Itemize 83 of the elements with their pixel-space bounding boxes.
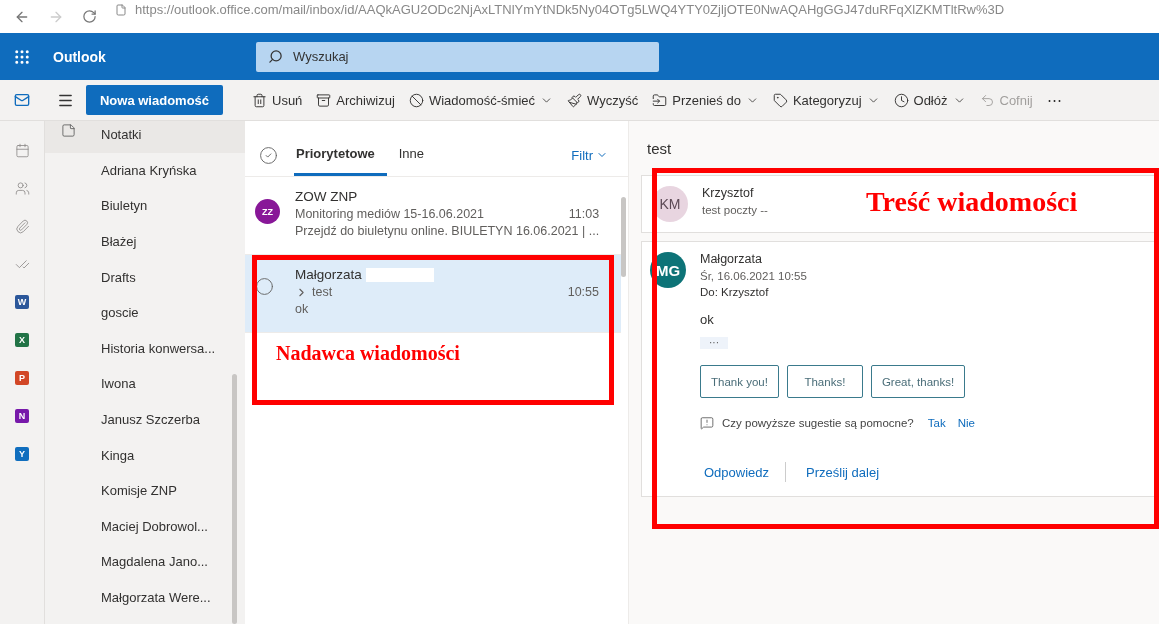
- scrollbar[interactable]: [620, 197, 626, 277]
- folder-item[interactable]: Adriana Kryńska: [45, 152, 245, 189]
- tag-icon: [772, 92, 788, 108]
- avatar: ZZ: [255, 199, 280, 224]
- mail-icon[interactable]: [14, 92, 30, 108]
- archive-button[interactable]: Archiwizuj: [309, 92, 402, 108]
- message-preview: Przejdź do biuletynu online. BIULETYN 16.06.2021 | ...: [295, 224, 600, 238]
- yes-link[interactable]: Tak: [927, 417, 946, 429]
- folder-item[interactable]: Biuletyn: [45, 188, 245, 224]
- more-button[interactable]: ⋯: [1039, 91, 1069, 109]
- suggested-reply-button[interactable]: Thanks!: [786, 365, 863, 398]
- folder-item[interactable]: Janusz Szczerba: [45, 401, 245, 438]
- junk-button[interactable]: Wiadomość-śmieć: [401, 92, 561, 108]
- app-icon[interactable]: P: [15, 371, 29, 385]
- app-name: Outlook: [52, 48, 107, 65]
- calendar-icon[interactable]: [14, 142, 30, 158]
- message-subject: test: [312, 285, 333, 299]
- snooze-button[interactable]: Odłóż: [886, 92, 973, 108]
- search-icon: [268, 49, 283, 64]
- select-all-icon[interactable]: [259, 145, 278, 165]
- annotation-label: Treść wiadomości: [866, 186, 1078, 218]
- app-icon[interactable]: W: [15, 295, 29, 309]
- scrollbar[interactable]: [232, 374, 237, 624]
- folder-move-icon: [652, 92, 668, 108]
- sender-name: ZOW ZNP: [295, 189, 358, 204]
- show-more-button[interactable]: ···: [700, 337, 728, 349]
- folder-item[interactable]: Komisje ZNP: [45, 472, 245, 509]
- feedback-question: Czy powyższe sugestie są pomocne?: [722, 417, 914, 429]
- suggested-reply-button[interactable]: Thank you!: [700, 365, 779, 398]
- sender-name: Małgorzata: [295, 267, 362, 282]
- delete-button[interactable]: Usuń: [245, 92, 310, 108]
- tab[interactable]: Inne: [396, 134, 437, 176]
- forward-link[interactable]: Prześlij dalej: [806, 464, 880, 480]
- archive-icon: [316, 92, 332, 108]
- folder-item[interactable]: Maciej Dobrowol...: [45, 508, 245, 545]
- note-icon: [61, 123, 76, 138]
- message-preview: ok: [295, 302, 309, 316]
- people-icon[interactable]: [14, 180, 30, 196]
- no-link[interactable]: Nie: [957, 417, 975, 429]
- undo-icon: [979, 92, 995, 108]
- app-icon[interactable]: X: [15, 333, 29, 347]
- message-body: ok: [700, 312, 714, 327]
- folder-item[interactable]: Drafts: [45, 259, 245, 295]
- brush-icon: [567, 92, 583, 108]
- message-subject: Monitoring mediów 15-16.06.2021: [295, 207, 484, 221]
- message-time: 10:55: [567, 285, 599, 299]
- address-bar[interactable]: https://outlook.office.com/mail/inbox/id/AAQkAGU2ODc2NjAxLTNlYmYtNDk5Ny04OTg5LWQ4YTY0ZjljOTE0NwAQAHgGGJ47duRFqXlZKMTltRw%3D: [135, 2, 1005, 17]
- message-item[interactable]: Małgorzata test 10:55 ok: [245, 255, 621, 333]
- sender-name: Krzysztof: [702, 186, 754, 200]
- message-date: Śr, 16.06.2021 10:55: [700, 270, 807, 282]
- app-icon[interactable]: N: [15, 409, 29, 423]
- folder-item[interactable]: Małgorzata Were...: [45, 579, 245, 616]
- annotation-label: Nadawca wiadomości: [276, 342, 460, 365]
- recipient-line: Do: Krzysztof: [700, 286, 769, 298]
- select-circle-icon[interactable]: [255, 277, 274, 296]
- search-field[interactable]: Wyszukaj: [256, 41, 659, 72]
- categorize-button[interactable]: Kategoryzuj: [765, 92, 887, 108]
- folder-item[interactable]: Iwona: [45, 366, 245, 402]
- message-preview: test poczty --: [702, 204, 768, 216]
- folder-item[interactable]: goscie: [45, 294, 245, 331]
- sender-name: Małgorzata: [700, 252, 762, 266]
- app-icon[interactable]: Y: [15, 447, 29, 461]
- folder-item[interactable]: Notatki: [45, 121, 245, 153]
- refresh-icon[interactable]: [82, 9, 97, 24]
- message-subject: test: [646, 138, 673, 159]
- reply-link[interactable]: Odpowiedz: [704, 464, 770, 480]
- sweep-button[interactable]: Wyczyść: [560, 92, 646, 108]
- folder-item[interactable]: Błażej: [45, 223, 245, 260]
- new-message-button[interactable]: Nowa wiadomość: [86, 85, 223, 115]
- filter-button[interactable]: Filtr: [565, 134, 614, 176]
- folder-item[interactable]: Magdalena Jano...: [45, 544, 245, 580]
- trash-icon: [252, 92, 267, 108]
- folder-item[interactable]: Historia konwersa...: [45, 330, 245, 367]
- paperclip-icon[interactable]: [14, 218, 30, 234]
- block-icon: [408, 92, 424, 108]
- message-time: 11:03: [568, 207, 600, 221]
- app-launcher-icon[interactable]: [13, 47, 31, 66]
- folder-item[interactable]: Kinga: [45, 437, 245, 473]
- move-button[interactable]: Przenieś do: [645, 92, 766, 108]
- page-icon: [115, 3, 127, 16]
- clock-icon: [893, 92, 909, 108]
- suggested-reply-button[interactable]: Great, thanks!: [870, 365, 966, 398]
- feedback-icon: [700, 416, 714, 430]
